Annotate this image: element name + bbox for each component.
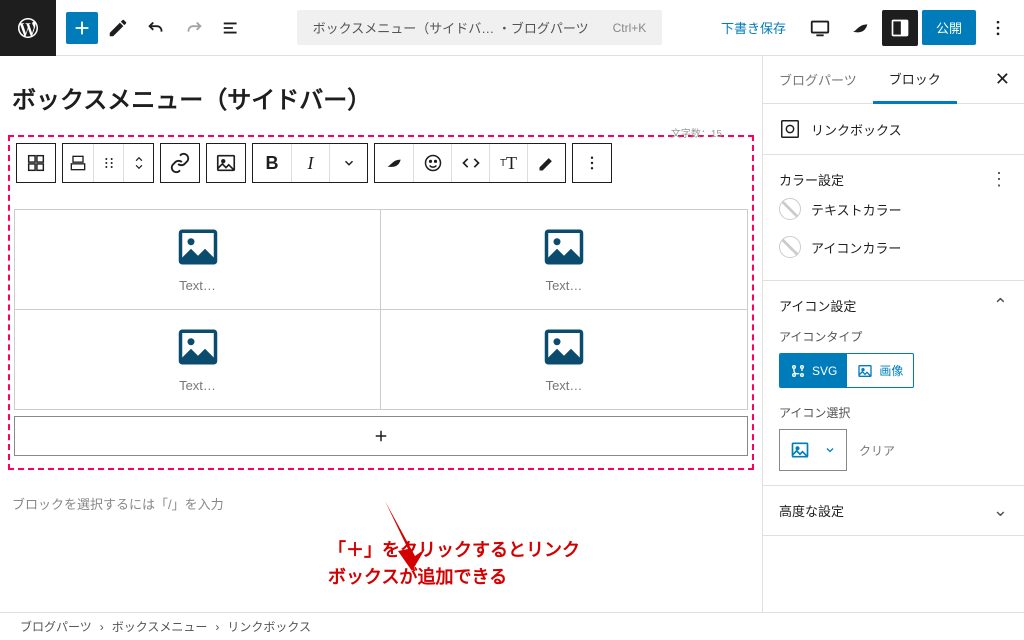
link-box-cell[interactable]: Text… [381,210,747,310]
swell-icon[interactable] [842,10,878,46]
highlight-icon[interactable] [527,144,565,182]
annotation-arrow-icon [380,501,430,571]
icon-panel-title: アイコン設定 [779,296,856,315]
char-count-badge: 文字数：15 [671,125,722,140]
undo-icon[interactable] [138,10,174,46]
preview-icon[interactable] [802,10,838,46]
close-sidebar-icon[interactable]: ✕ [981,69,1024,90]
icon-color-picker[interactable]: アイコンカラー [779,228,1008,266]
color-none-icon [779,236,801,258]
edit-mode-icon[interactable] [100,10,136,46]
main-layout: ボックスメニュー（サイドバー） 文字数：15 B I [0,56,1024,612]
align-icon[interactable] [63,144,93,182]
block-identity: リンクボックス [763,104,1024,155]
cell-text: Text… [546,378,583,393]
fontsize-icon[interactable]: TT [489,144,527,182]
text-color-picker[interactable]: テキストカラー [779,190,1008,228]
image-placeholder-icon [177,326,219,368]
top-toolbar: ボックスメニュー（サイドバ… ・ブログパーツ Ctrl+K 下書き保存 公開 [0,0,1024,56]
panel-menu-icon[interactable]: ⋮ [990,169,1008,190]
cell-text: Text… [179,378,216,393]
block-toolbar: B I TT [14,141,748,185]
add-link-box-button[interactable] [14,416,748,456]
plus-icon [372,427,390,445]
sidebar-tabs: ブログパーツ ブロック ✕ [763,56,1024,104]
editor-canvas: ボックスメニュー（サイドバー） 文字数：15 B I [0,56,762,612]
document-title[interactable]: ボックスメニュー（サイドバ… ・ブログパーツ Ctrl+K [252,10,707,45]
chevron-up-icon[interactable]: ⌃ [993,295,1008,316]
publish-button[interactable]: 公開 [922,10,976,45]
link-box-cell[interactable]: Text… [381,310,747,409]
wp-logo[interactable] [0,0,56,56]
crumb-item[interactable]: リンクボックス [227,618,311,635]
box-menu-grid: Text… Text… Text… Text… [14,209,748,410]
redo-icon[interactable] [176,10,212,46]
icon-picker-button[interactable] [779,429,847,471]
code-icon[interactable] [451,144,489,182]
image-insert-icon[interactable] [207,144,245,182]
italic-icon[interactable]: I [291,144,329,182]
emoji-icon[interactable] [413,144,451,182]
cell-text: Text… [546,278,583,293]
block-more-icon[interactable] [573,144,611,182]
swell-format-icon[interactable] [375,144,413,182]
link-box-cell[interactable]: Text… [15,310,381,409]
page-title[interactable]: ボックスメニュー（サイドバー） [8,80,754,115]
add-block-button[interactable] [66,12,98,44]
icon-settings-panel: アイコン設定 ⌃ アイコンタイプ SVG 画像 アイコン選択 [763,281,1024,486]
image-placeholder-icon [177,226,219,268]
drag-handle-icon[interactable] [93,144,123,182]
tab-block[interactable]: ブロック [873,56,957,104]
move-arrows-icon[interactable] [123,144,153,182]
crumb-item[interactable]: ブログパーツ [20,618,92,635]
selected-block-highlight: 文字数：15 B I TT [8,135,754,470]
image-icon [857,363,873,379]
block-type-icon[interactable] [17,144,55,182]
block-icon [779,118,801,140]
image-placeholder-icon [543,226,585,268]
image-icon [790,440,810,460]
crumb-item[interactable]: ボックスメニュー [112,618,208,635]
advanced-panel-title: 高度な設定 [779,501,844,520]
color-settings-panel: カラー設定 ⋮ テキストカラー アイコンカラー [763,155,1024,281]
breadcrumb: ブログパーツ › ボックスメニュー › リンクボックス [0,612,1024,640]
advanced-settings-panel[interactable]: 高度な設定 ⌄ [763,486,1024,536]
color-panel-title: カラー設定 [779,170,844,189]
image-placeholder-icon [543,326,585,368]
chevron-down-icon: ⌄ [993,500,1008,521]
tab-blog-parts[interactable]: ブログパーツ [763,56,873,104]
settings-sidebar: ブログパーツ ブロック ✕ リンクボックス カラー設定 ⋮ テキストカラー アイ… [762,56,1024,612]
link-icon[interactable] [161,144,199,182]
settings-panel-toggle[interactable] [882,10,918,46]
block-name-label: リンクボックス [811,120,902,139]
icon-type-svg[interactable]: SVG [780,354,847,387]
icon-type-image[interactable]: 画像 [847,354,913,387]
bold-icon[interactable]: B [253,144,291,182]
icon-select-label: アイコン選択 [779,404,1008,421]
doc-title-text: ボックスメニュー（サイドバ… ・ブログパーツ [313,18,589,37]
cell-text: Text… [179,278,216,293]
format-more-icon[interactable] [329,144,367,182]
save-draft-link[interactable]: 下書き保存 [709,18,798,37]
color-none-icon [779,198,801,220]
icon-type-label: アイコンタイプ [779,328,1008,345]
more-menu-icon[interactable] [980,10,1016,46]
outline-icon[interactable] [214,10,250,46]
link-box-cell[interactable]: Text… [15,210,381,310]
chevron-down-icon [824,444,836,456]
icon-clear-link[interactable]: クリア [859,442,895,459]
svg-icon [790,363,806,379]
doc-shortcut: Ctrl+K [613,21,647,35]
icon-type-toggle: SVG 画像 [779,353,914,388]
